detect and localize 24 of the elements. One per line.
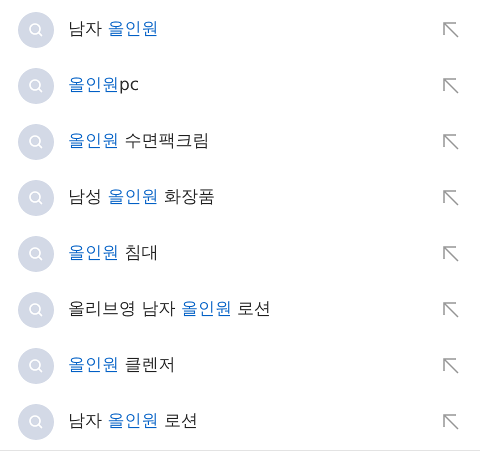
search-icon (18, 12, 54, 48)
arrow-up-left-icon[interactable] (442, 413, 460, 431)
arrow-up-left-icon[interactable] (442, 357, 460, 375)
search-icon (18, 236, 54, 272)
suggestion-link[interactable]: 올인원 수면팩크림 (68, 129, 442, 155)
search-icon (18, 124, 54, 160)
suggestion-link[interactable]: 남자 올인원 (68, 17, 442, 43)
arrow-up-left-icon[interactable] (442, 133, 460, 151)
search-icon (18, 180, 54, 216)
search-icon (18, 68, 54, 104)
suggestion-link[interactable]: 올인원 침대 (68, 241, 442, 267)
search-icon (18, 404, 54, 440)
arrow-up-left-icon[interactable] (442, 77, 460, 95)
arrow-up-left-icon[interactable] (442, 245, 460, 263)
suggestion-link[interactable]: 남자 올인원 로션 (68, 409, 442, 435)
suggestion-link[interactable]: 남성 올인원 화장품 (68, 185, 442, 211)
arrow-up-left-icon[interactable] (442, 189, 460, 207)
suggestion-link[interactable]: 올리브영 남자 올인원 로션 (68, 297, 442, 323)
suggestion-link[interactable]: 올인원 클렌저 (68, 353, 442, 379)
search-icon (18, 348, 54, 384)
suggestion-link[interactable]: 올인원 pc (68, 73, 442, 99)
search-icon (18, 292, 54, 328)
arrow-up-left-icon[interactable] (442, 301, 460, 319)
arrow-up-left-icon[interactable] (442, 21, 460, 39)
